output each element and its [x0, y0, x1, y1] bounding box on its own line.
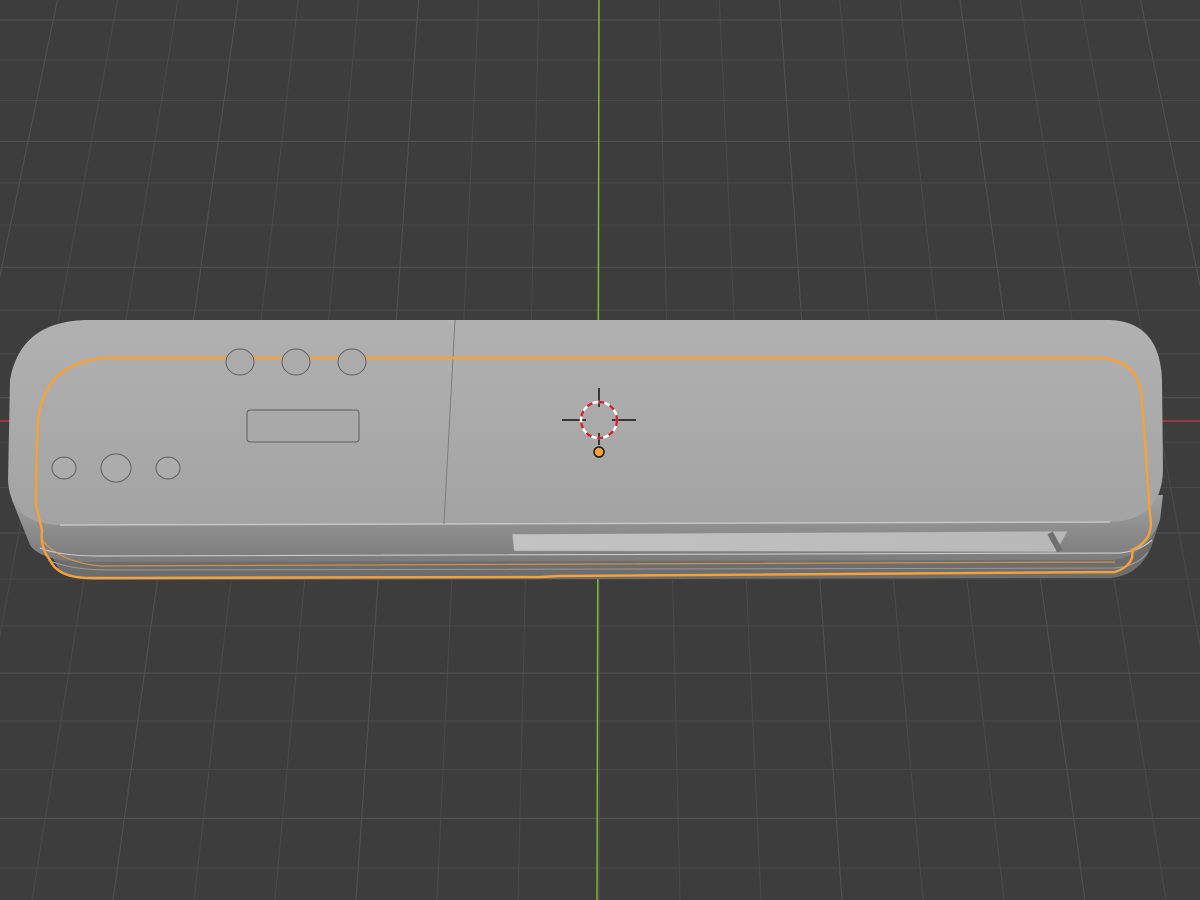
front-button[interactable] — [51, 456, 77, 480]
top-button-row — [225, 348, 367, 376]
front-button[interactable] — [100, 453, 132, 483]
top-button[interactable] — [281, 348, 311, 376]
viewport-canvas[interactable] — [0, 0, 1200, 900]
3d-viewport[interactable] — [0, 0, 1200, 900]
display-recess[interactable] — [246, 409, 360, 443]
front-button[interactable] — [155, 456, 181, 480]
object-origin-icon[interactable] — [593, 446, 605, 458]
top-button[interactable] — [337, 348, 367, 376]
device-body[interactable] — [8, 319, 1163, 580]
device-top-face — [8, 320, 1163, 525]
side-slot[interactable] — [511, 530, 1069, 553]
top-button[interactable] — [225, 348, 255, 376]
